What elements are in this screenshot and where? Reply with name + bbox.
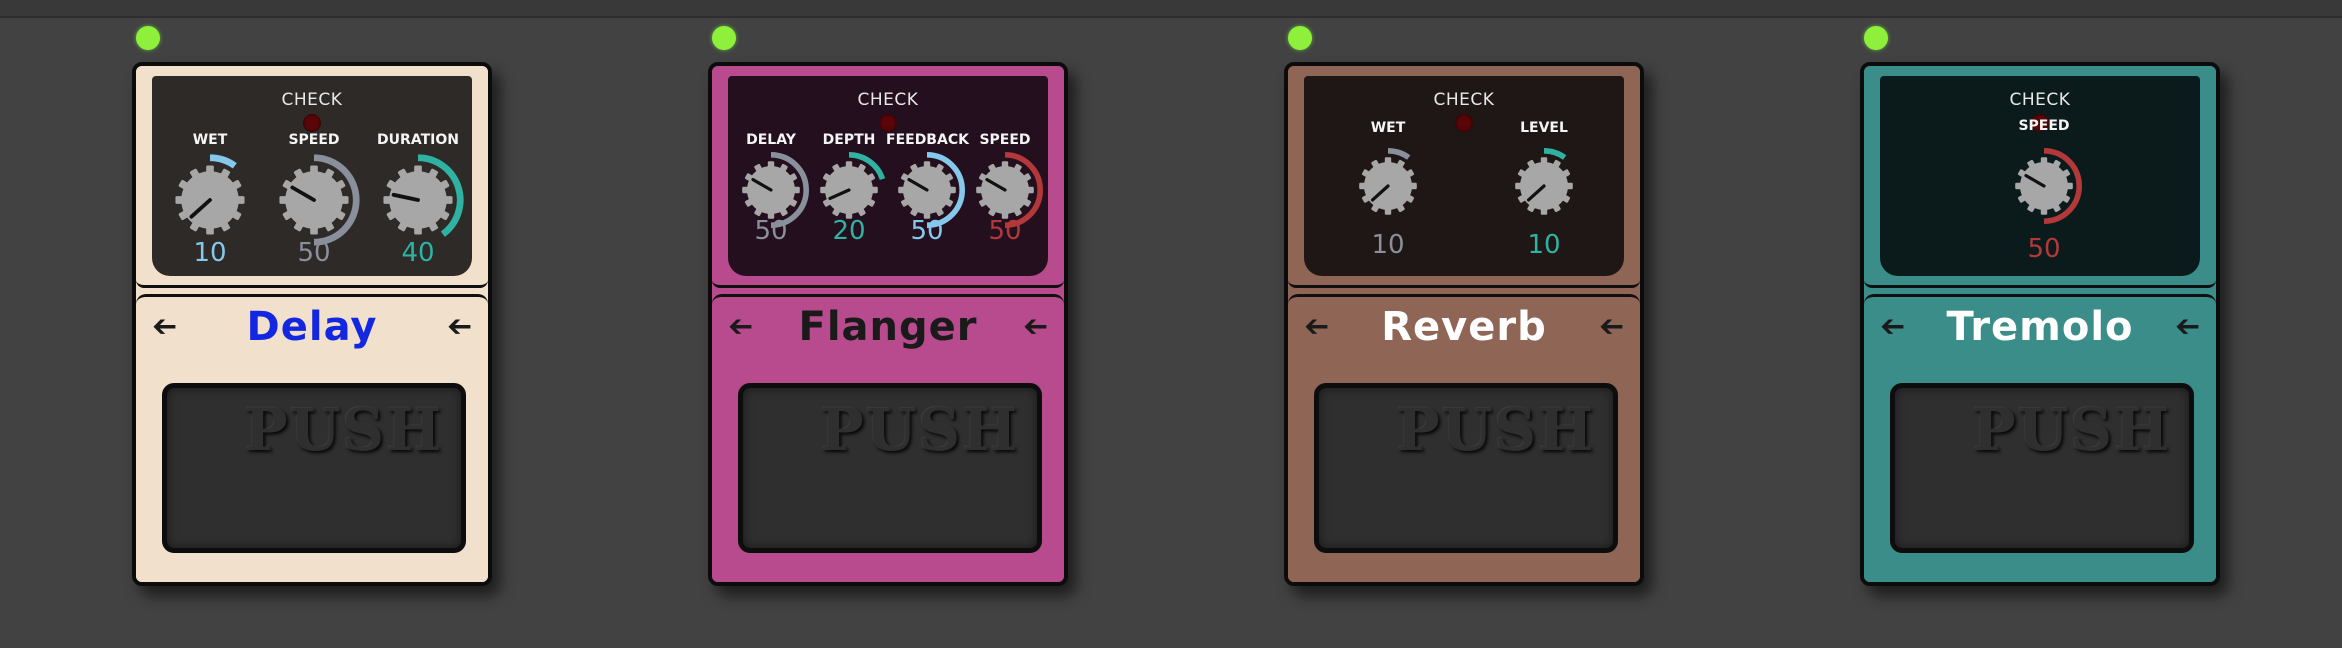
knob[interactable] (162, 152, 258, 248)
pedal-footswitch-section: ➔ Flanger ➔ PUSH (712, 294, 1064, 582)
push-label: PUSH (1972, 396, 2171, 464)
knob[interactable] (1348, 146, 1428, 226)
knob[interactable] (1504, 146, 1584, 226)
pedal-body: CHECK WET 10 LEVEL 10 ➔ Reverb ➔ PUSH (1284, 62, 1644, 586)
push-label: PUSH (244, 396, 443, 464)
pedal-name: Reverb (1381, 304, 1547, 350)
arrow-left-icon: ➔ (446, 309, 472, 344)
pedal-footswitch-section: ➔ Reverb ➔ PUSH (1288, 294, 1640, 582)
control-panel: CHECK DELAY 50 DEPTH 20 FEEDBACK 50 SPEED 50 (728, 76, 1048, 276)
push-label: PUSH (820, 396, 1019, 464)
arrow-left-icon: ➔ (1022, 309, 1048, 344)
knob-value: 10 (1371, 230, 1405, 260)
pedal-control-section: CHECK WET 10 SPEED 50 DURATION 40 (136, 66, 488, 288)
push-footswitch[interactable]: PUSH (162, 383, 466, 553)
knob-label: LEVEL (1520, 120, 1568, 136)
knob-label: SPEED (288, 132, 340, 148)
knob-value: 40 (401, 238, 435, 268)
knob-label: WET (192, 132, 228, 148)
knob-label: SPEED (979, 132, 1031, 148)
knob-level-arc (1543, 148, 1567, 160)
push-footswitch[interactable]: PUSH (1890, 383, 2194, 553)
push-footswitch[interactable]: PUSH (738, 383, 1042, 553)
pedal-name: Tremolo (1946, 304, 2134, 350)
arrow-left-icon: ➔ (1598, 309, 1624, 344)
power-led (1864, 26, 1888, 50)
knob[interactable] (2004, 146, 2084, 226)
pedal-name-row: ➔ Delay ➔ (136, 305, 488, 349)
pedal-footswitch-section: ➔ Tremolo ➔ PUSH (1864, 294, 2216, 582)
pedal-body: CHECK SPEED 50 ➔ Tremolo ➔ PUSH (1860, 62, 2220, 586)
pedal-name-row: ➔ Tremolo ➔ (1864, 305, 2216, 349)
knob-value: 50 (2027, 234, 2061, 264)
pedal-flanger: CHECK DELAY 50 DEPTH 20 FEEDBACK 50 SPEED 50 ➔ Fla… (708, 26, 1068, 586)
control-panel: CHECK WET 10 SPEED 50 DURATION 40 (152, 76, 472, 276)
pedal-delay: CHECK WET 10 SPEED 50 DURATION 40 ➔ Delay ➔ PUSH (132, 26, 492, 586)
pedal-name-row: ➔ Flanger ➔ (712, 305, 1064, 349)
knob-label: DELAY (746, 132, 796, 148)
pedal-control-section: CHECK WET 10 LEVEL 10 (1288, 66, 1640, 288)
top-bar (0, 0, 2342, 18)
control-panel: CHECK SPEED 50 (1880, 76, 2200, 276)
power-led (712, 26, 736, 50)
knob-value: 20 (832, 216, 866, 246)
knob-value: 50 (910, 216, 944, 246)
knob-level-arc (209, 154, 237, 169)
knob-value: 50 (754, 216, 788, 246)
arrow-left-icon: ➔ (2174, 309, 2200, 344)
knob-control-feedback: FEEDBACK 50 (886, 76, 969, 276)
pedal-tremolo: CHECK SPEED 50 ➔ Tremolo ➔ PUSH (1860, 26, 2220, 586)
knob-label: DEPTH (822, 132, 876, 148)
knob-level-arc (1387, 148, 1411, 160)
knob-control-depth: DEPTH 20 (808, 76, 890, 276)
pedal-name-row: ➔ Reverb ➔ (1288, 305, 1640, 349)
check-led (1455, 114, 1473, 132)
knob-control-duration: DURATION 40 (368, 76, 468, 276)
knob-value: 10 (193, 238, 227, 268)
knob[interactable] (370, 152, 466, 248)
control-panel: CHECK WET 10 LEVEL 10 (1304, 76, 1624, 276)
knob-label: FEEDBACK (886, 132, 969, 148)
knob-control-delay: DELAY 50 (730, 76, 812, 276)
knob-control-speed: SPEED 50 (264, 76, 364, 276)
pedal-footswitch-section: ➔ Delay ➔ PUSH (136, 294, 488, 582)
pedal-control-section: CHECK DELAY 50 DEPTH 20 FEEDBACK 50 SPEED 50 (712, 66, 1064, 288)
knob-value: 10 (1527, 230, 1561, 260)
knob-control-speed: SPEED 50 (2000, 76, 2088, 276)
pedal-name: Flanger (798, 304, 978, 350)
knob-label: WET (1370, 120, 1406, 136)
pedal-body: CHECK DELAY 50 DEPTH 20 FEEDBACK 50 SPEED 50 ➔ Fla… (708, 62, 1068, 586)
push-label: PUSH (1396, 396, 1595, 464)
knob-control-wet: WET 10 (1344, 76, 1432, 276)
pedal-name: Delay (246, 304, 378, 350)
knob-control-wet: WET 10 (160, 76, 260, 276)
pedal-control-section: CHECK SPEED 50 (1864, 66, 2216, 288)
knob-control-speed: SPEED 50 (964, 76, 1046, 276)
pedal-body: CHECK WET 10 SPEED 50 DURATION 40 ➔ Delay ➔ PUSH (132, 62, 492, 586)
knob-control-level: LEVEL 10 (1500, 76, 1588, 276)
power-led (136, 26, 160, 50)
push-footswitch[interactable]: PUSH (1314, 383, 1618, 553)
knob-value: 50 (297, 238, 331, 268)
pedal-reverb: CHECK WET 10 LEVEL 10 ➔ Reverb ➔ PUSH (1284, 26, 1644, 586)
knob[interactable] (266, 152, 362, 248)
knob-value: 50 (988, 216, 1022, 246)
power-led (1288, 26, 1312, 50)
knob-label: DURATION (377, 132, 459, 148)
knob-label: SPEED (2018, 118, 2070, 134)
